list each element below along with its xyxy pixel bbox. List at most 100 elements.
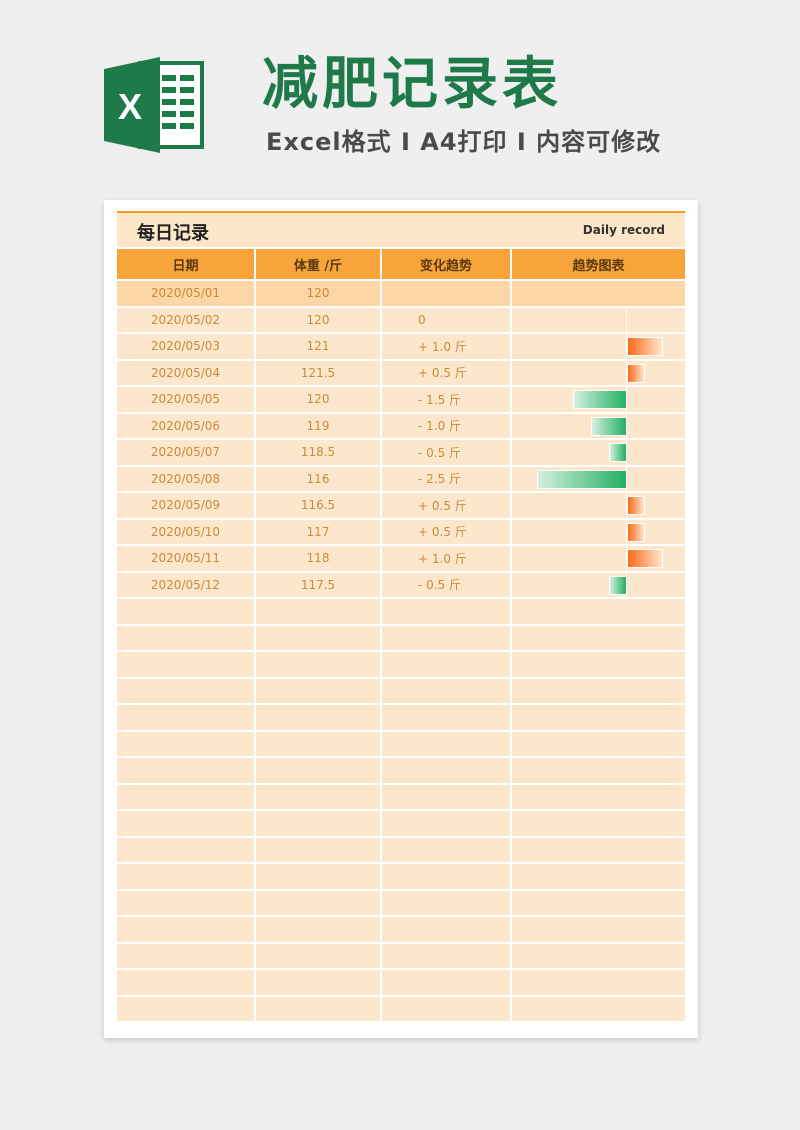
cell-empty[interactable] [382,731,510,756]
cell-change[interactable]: + 0.5 斤 [382,519,510,544]
cell-empty[interactable] [382,917,510,942]
cell-empty[interactable] [512,917,685,942]
cell-empty[interactable] [382,705,510,730]
cell-chart[interactable] [512,440,685,465]
cell-empty[interactable] [382,970,510,995]
cell-empty[interactable] [512,784,685,809]
cell-change[interactable]: + 0.5 斤 [382,493,510,518]
cell-empty[interactable] [512,943,685,968]
cell-weight[interactable]: 117.5 [256,572,380,597]
cell-date[interactable]: 2020/05/10 [117,519,254,544]
cell-empty[interactable] [382,599,510,624]
cell-empty[interactable] [382,890,510,915]
cell-chart[interactable] [512,546,685,571]
cell-empty[interactable] [117,731,254,756]
cell-empty[interactable] [256,837,380,862]
cell-date[interactable]: 2020/05/07 [117,440,254,465]
cell-date[interactable]: 2020/05/03 [117,334,254,359]
cell-empty[interactable] [256,731,380,756]
cell-empty[interactable] [256,811,380,836]
cell-empty[interactable] [382,811,510,836]
cell-empty[interactable] [117,599,254,624]
cell-empty[interactable] [256,678,380,703]
cell-date[interactable]: 2020/05/08 [117,466,254,491]
cell-weight[interactable]: 120 [256,387,380,412]
cell-empty[interactable] [256,864,380,889]
cell-empty[interactable] [117,837,254,862]
cell-empty[interactable] [117,864,254,889]
cell-empty[interactable] [117,917,254,942]
cell-change[interactable]: + 0.5 斤 [382,360,510,385]
cell-change[interactable]: - 1.0 斤 [382,413,510,438]
cell-empty[interactable] [117,678,254,703]
cell-empty[interactable] [256,599,380,624]
cell-chart[interactable] [512,387,685,412]
cell-empty[interactable] [117,811,254,836]
cell-empty[interactable] [117,758,254,783]
cell-empty[interactable] [256,758,380,783]
cell-empty[interactable] [117,943,254,968]
cell-empty[interactable] [512,678,685,703]
cell-change[interactable]: - 0.5 斤 [382,440,510,465]
cell-empty[interactable] [512,890,685,915]
cell-chart[interactable] [512,413,685,438]
cell-chart[interactable] [512,572,685,597]
cell-date[interactable]: 2020/05/11 [117,546,254,571]
cell-chart[interactable] [512,519,685,544]
cell-weight[interactable]: 118 [256,546,380,571]
cell-empty[interactable] [117,625,254,650]
cell-empty[interactable] [117,705,254,730]
cell-chart[interactable] [512,334,685,359]
cell-chart[interactable] [512,360,685,385]
cell-empty[interactable] [512,731,685,756]
cell-weight[interactable]: 117 [256,519,380,544]
cell-date[interactable]: 2020/05/12 [117,572,254,597]
cell-empty[interactable] [117,970,254,995]
cell-empty[interactable] [256,784,380,809]
cell-date[interactable]: 2020/05/04 [117,360,254,385]
cell-chart[interactable] [512,493,685,518]
cell-chart[interactable] [512,466,685,491]
cell-empty[interactable] [256,970,380,995]
cell-empty[interactable] [382,625,510,650]
cell-empty[interactable] [256,625,380,650]
cell-empty[interactable] [382,652,510,677]
cell-chart[interactable] [512,307,685,332]
cell-empty[interactable] [512,864,685,889]
cell-empty[interactable] [512,705,685,730]
cell-weight[interactable]: 120 [256,281,380,306]
cell-date[interactable]: 2020/05/09 [117,493,254,518]
cell-date[interactable]: 2020/05/02 [117,307,254,332]
cell-empty[interactable] [256,705,380,730]
cell-empty[interactable] [117,996,254,1021]
cell-empty[interactable] [382,943,510,968]
cell-weight[interactable]: 116.5 [256,493,380,518]
cell-change[interactable]: - 0.5 斤 [382,572,510,597]
cell-chart[interactable] [512,281,685,306]
cell-change[interactable]: + 1.0 斤 [382,334,510,359]
cell-empty[interactable] [512,625,685,650]
cell-empty[interactable] [256,917,380,942]
cell-weight[interactable]: 121 [256,334,380,359]
cell-empty[interactable] [512,758,685,783]
cell-empty[interactable] [512,811,685,836]
cell-weight[interactable]: 121.5 [256,360,380,385]
cell-empty[interactable] [382,837,510,862]
cell-weight[interactable]: 118.5 [256,440,380,465]
cell-empty[interactable] [256,943,380,968]
cell-empty[interactable] [117,784,254,809]
cell-empty[interactable] [256,652,380,677]
cell-empty[interactable] [382,996,510,1021]
cell-empty[interactable] [382,758,510,783]
cell-empty[interactable] [512,599,685,624]
cell-date[interactable]: 2020/05/06 [117,413,254,438]
cell-change[interactable]: - 1.5 斤 [382,387,510,412]
cell-weight[interactable]: 119 [256,413,380,438]
cell-change[interactable]: + 1.0 斤 [382,546,510,571]
cell-empty[interactable] [512,652,685,677]
cell-empty[interactable] [382,864,510,889]
cell-date[interactable]: 2020/05/01 [117,281,254,306]
cell-empty[interactable] [512,970,685,995]
cell-empty[interactable] [512,837,685,862]
cell-empty[interactable] [512,996,685,1021]
